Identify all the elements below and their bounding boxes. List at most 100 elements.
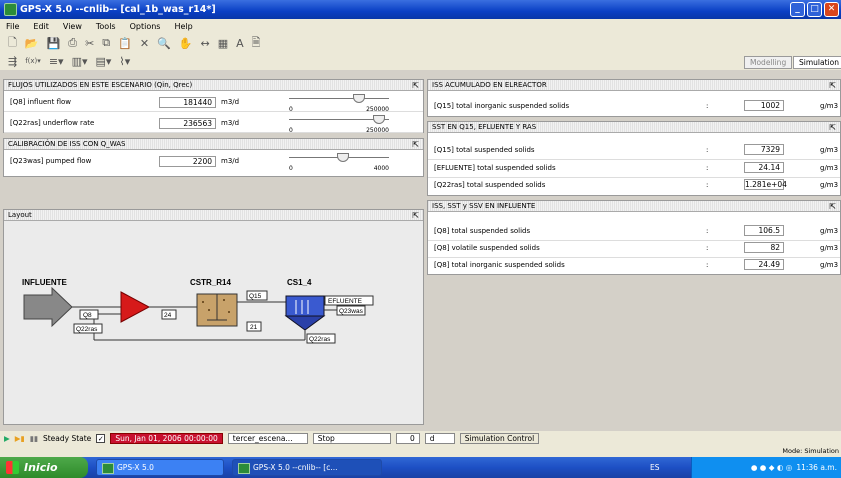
mixer-icon[interactable] — [120, 291, 151, 323]
empty-area — [427, 278, 841, 425]
new-file-icon[interactable]: 🗋 — [8, 34, 17, 53]
play-icon[interactable]: ▶ — [4, 434, 10, 443]
sst-q22ras-value: 1.281e+04 — [744, 179, 787, 190]
table-icon[interactable]: ▤▾ — [95, 55, 111, 68]
fx-dropdown-icon[interactable]: f(x)▾ — [25, 57, 41, 65]
tag-efluente: EFLUENTE — [328, 298, 363, 305]
scenario-dropdown[interactable]: tercer_escena... — [227, 433, 308, 444]
slider-max: 4000 — [373, 165, 389, 172]
simulation-control-button[interactable]: Simulation Control — [459, 433, 540, 444]
row-colon: : — [706, 227, 709, 235]
paste-icon[interactable]: 📋 — [118, 37, 132, 50]
menu-help[interactable]: Help — [174, 22, 192, 31]
q22ras-flow-slider[interactable]: 0 250000 — [289, 115, 389, 135]
clarifier-label: CS1_4 — [287, 278, 312, 287]
menu-file[interactable]: File — [6, 22, 19, 31]
tab-simulation[interactable]: Simulation — [793, 56, 841, 69]
line-chart-icon[interactable]: ⌇▾ — [119, 55, 130, 68]
influente-panel: ISS, SST y SSV EN INFLUENTE ⇱ [Q8] total… — [427, 200, 841, 275]
function-icon[interactable]: ⇶ — [8, 55, 17, 68]
steady-state-checkbox[interactable]: ✓ — [96, 434, 106, 443]
tab-modelling[interactable]: Modelling — [744, 56, 793, 69]
menu-options[interactable]: Options — [130, 22, 161, 31]
row-unit: g/m3 — [820, 261, 839, 269]
expand-icon[interactable]: ⇱ — [412, 80, 419, 90]
step-icon[interactable]: ▶▮ — [15, 434, 25, 443]
grid-icon[interactable]: ▦ — [218, 37, 228, 50]
tag-q15: Q15 — [249, 293, 262, 300]
clarifier-icon[interactable] — [284, 295, 326, 331]
tray-icons[interactable]: ● ● ◆ ◐ ◎ — [751, 457, 792, 478]
task-gpsx[interactable]: GPS-X 5.0 — [96, 459, 224, 476]
iss-panel: ISS ACUMULADO EN ELREACTOR ⇱ [Q15] total… — [427, 79, 841, 117]
print-icon[interactable]: ⎙ — [68, 36, 77, 50]
menu-edit[interactable]: Edit — [33, 22, 49, 31]
slider-thumb[interactable] — [353, 94, 366, 103]
cut-icon[interactable]: ✂ — [85, 37, 94, 50]
language-indicator[interactable]: ES — [650, 457, 660, 478]
expand-icon[interactable]: ⇱ — [412, 210, 419, 220]
main-toolbar: 🗋 📂 💾 ⎙ ✂ ⧉ 📋 ✕ 🔍 ✋ ↔ ▦ A 🗎 — [0, 34, 841, 52]
maximize-button[interactable]: □ — [807, 2, 822, 17]
calibracion-title: CALIBRACIÓN DE ISS CON Q_WAS — [8, 140, 126, 148]
format-icon[interactable]: ≡▾ — [49, 55, 64, 68]
row-unit: m3/d — [221, 119, 240, 127]
row-colon: : — [706, 102, 709, 110]
open-folder-icon[interactable]: 📂 — [25, 37, 39, 50]
stop-dropdown[interactable]: Stop — [312, 433, 391, 444]
sst-panel: SST EN Q15, EFLUENTE Y RAS ⇱ [Q15] total… — [427, 121, 841, 196]
cstr-reactor-icon[interactable] — [196, 293, 238, 327]
sst-efluente-value: 24.14 — [744, 162, 784, 173]
clock: 11:36 a.m. — [796, 463, 837, 472]
q8-flow-slider[interactable]: 0 250000 — [289, 94, 389, 114]
steady-state-label: Steady State — [42, 434, 92, 443]
expand-icon[interactable]: ⇱ — [829, 122, 836, 132]
task-gpsx-cnlib[interactable]: GPS-X 5.0 --cnlib-- [c... — [232, 459, 382, 476]
row-unit: g/m3 — [820, 181, 839, 189]
process-diagram: INFLUENTE CSTR_R14 CS1_4 Q8 Q22ras 24 Q1… — [22, 278, 374, 344]
inf-vss-value: 82 — [744, 242, 784, 253]
copy-icon[interactable]: ⧉ — [102, 36, 110, 50]
row-unit: m3/d — [221, 98, 240, 106]
menu-view[interactable]: View — [63, 22, 82, 31]
chart-icon[interactable]: ▥▾ — [72, 55, 88, 68]
slider-thumb[interactable] — [372, 115, 385, 124]
close-button[interactable]: ✕ — [824, 2, 839, 17]
menu-tools[interactable]: Tools — [96, 22, 116, 31]
pause-icon[interactable]: ▮▮ — [30, 434, 38, 443]
tag-21: 21 — [250, 324, 258, 331]
stop-value-input[interactable]: 0 — [395, 433, 420, 444]
properties-icon[interactable]: 🗎 — [252, 34, 261, 53]
iss-header: ISS ACUMULADO EN ELREACTOR ⇱ — [428, 80, 840, 91]
row-label: [Q15] total inorganic suspended solids — [434, 102, 570, 110]
zoom-icon[interactable]: 🔍 — [157, 37, 171, 50]
q23was-flow-input[interactable]: 2200 — [159, 156, 216, 167]
inf-row-iss: [Q8] total inorganic suspended solids : … — [428, 255, 840, 275]
expand-icon[interactable]: ⇱ — [412, 139, 419, 149]
text-icon[interactable]: A — [236, 37, 244, 50]
row-colon: : — [706, 244, 709, 252]
q8-flow-input[interactable]: 181440 — [159, 97, 216, 108]
influente-label: INFLUENTE — [22, 278, 68, 287]
row-colon: : — [706, 181, 709, 189]
stop-unit-dropdown[interactable]: d — [424, 433, 455, 444]
q23was-flow-slider[interactable]: 0 4000 — [289, 153, 389, 173]
minimize-button[interactable]: _ — [790, 2, 805, 17]
save-icon[interactable]: 💾 — [47, 37, 61, 50]
row-colon: : — [706, 164, 709, 172]
inf-iss-value: 24.49 — [744, 259, 784, 270]
q22ras-flow-input[interactable]: 236563 — [159, 118, 216, 129]
layout-panel: Layout ⇱ INFLUENTE CSTR_R14 CS1_4 Q8 Q22… — [3, 209, 424, 425]
influent-arrow-icon[interactable] — [23, 286, 73, 328]
title-bar: GPS-X 5.0 --cnlib-- [cal_1b_was_r14*] _ … — [0, 0, 841, 19]
connect-icon[interactable]: ↔ — [200, 37, 209, 50]
sst-row-q15: [Q15] total suspended solids : 7329 g/m3 — [428, 140, 840, 160]
expand-icon[interactable]: ⇱ — [829, 201, 836, 211]
delete-icon[interactable]: ✕ — [140, 37, 149, 50]
expand-icon[interactable]: ⇱ — [829, 80, 836, 90]
start-button[interactable]: Inicio — [0, 457, 88, 478]
slider-min: 0 — [289, 106, 293, 113]
app-icon — [4, 3, 17, 16]
slider-thumb[interactable] — [337, 153, 350, 162]
pan-icon[interactable]: ✋ — [179, 37, 193, 50]
